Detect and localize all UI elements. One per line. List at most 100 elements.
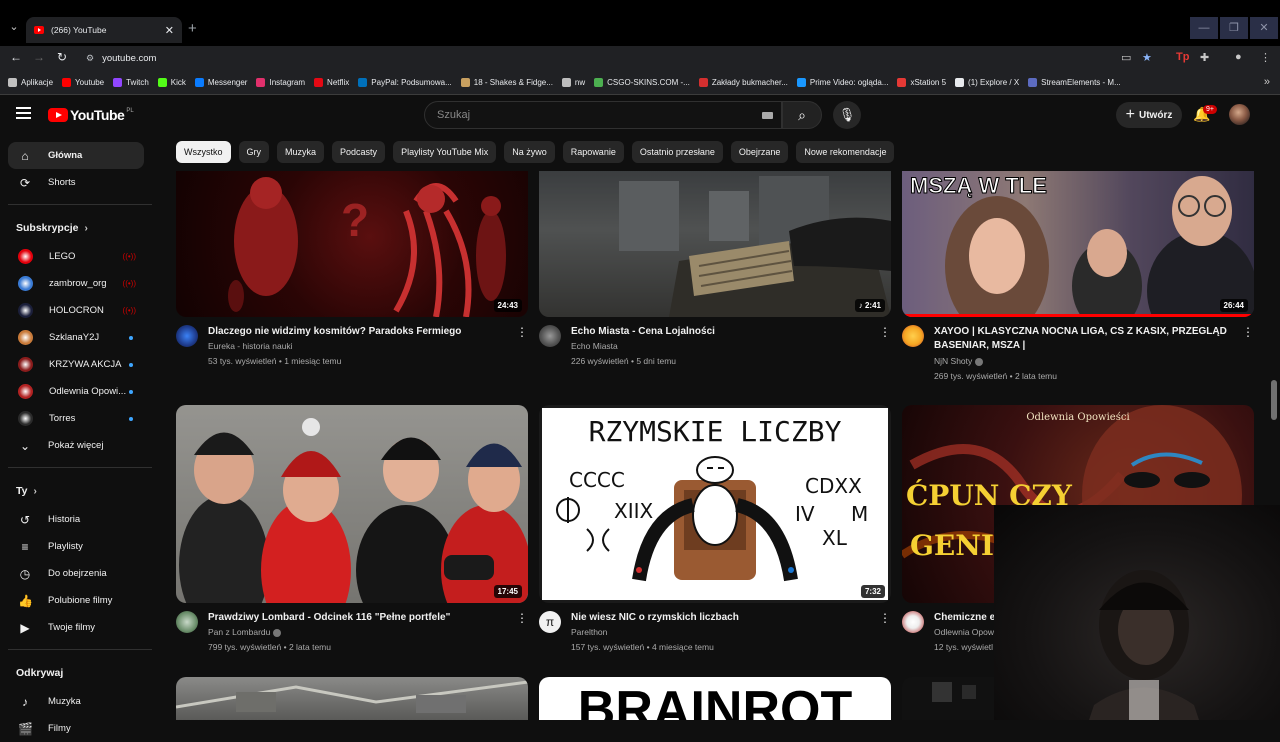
filter-chip[interactable]: Wszystko — [176, 141, 231, 163]
address-bar[interactable]: ⚙ youtube.com — [80, 49, 1160, 67]
bookmark-item[interactable]: xStation 5 — [897, 77, 946, 87]
tab-search-icon[interactable]: ⌄ — [6, 19, 22, 35]
filter-chip[interactable]: Na żywo — [504, 141, 555, 163]
reload-icon[interactable]: ↻ — [57, 50, 67, 64]
page-scrollbar[interactable] — [1271, 380, 1277, 420]
channel-name[interactable]: NjN Shoty — [934, 354, 984, 369]
new-tab-icon[interactable]: + — [188, 20, 197, 37]
avatar[interactable] — [1229, 104, 1250, 125]
sidebar-item[interactable]: ⌂ Główna — [8, 142, 144, 169]
video-title[interactable]: Dlaczego nie widzimy kosmitów? Paradoks … — [208, 325, 508, 339]
bookmark-item[interactable]: PayPal: Podsumowa... — [358, 77, 452, 87]
video-title[interactable]: XAYOO | KLASYCZNA NOCNA LIGA, CS Z KASIX… — [934, 325, 1234, 353]
bookmark-item[interactable]: Youtube — [62, 77, 104, 87]
subscription-item[interactable]: HOLOCRON ((•)) — [8, 297, 144, 324]
bookmark-item[interactable]: Zakłady bukmacher... — [698, 77, 788, 87]
subscription-item[interactable]: zambrow_org ((•)) — [8, 270, 144, 297]
channel-avatar[interactable] — [176, 611, 198, 633]
bookmark-item[interactable]: 18 - Shakes & Fidge... — [460, 77, 553, 87]
forward-icon[interactable]: → — [33, 50, 45, 64]
sidebar-item[interactable]: ≡ Playlisty — [8, 533, 144, 560]
subscriptions-heading[interactable]: Subskrypcje › — [8, 213, 160, 243]
filter-chip[interactable]: Muzyka — [277, 141, 325, 163]
video-thumbnail[interactable]: MSZĄ W TLE 26:44 — [902, 171, 1254, 317]
minimize-icon[interactable]: — — [1190, 17, 1218, 39]
video-thumbnail[interactable]: BRAINROT — [539, 677, 891, 720]
channel-name[interactable]: Odlewnia Opow — [934, 625, 994, 640]
bookmark-item[interactable]: Netflix — [314, 77, 349, 87]
sidebar-item[interactable]: ♪ Muzyka — [8, 688, 144, 715]
site-info-icon[interactable]: ⚙ — [86, 53, 94, 64]
bookmark-item[interactable]: Aplikacje — [8, 77, 53, 87]
show-more-button[interactable]: ⌄ Pokaż więcej — [8, 432, 144, 459]
sidebar-item[interactable]: 👍 Polubione filmy — [8, 587, 144, 614]
subscription-item[interactable]: LEGO ((•)) — [8, 243, 144, 270]
extensions-puzzle-icon[interactable]: ✚ — [1200, 51, 1209, 64]
filter-chip[interactable]: Rapowanie — [562, 141, 624, 163]
voice-search-button[interactable]: 🎙 — [833, 101, 861, 129]
video-title[interactable]: Echo Miasta - Cena Lojalności — [571, 325, 871, 339]
sidebar-item[interactable]: 🎬 Filmy — [8, 715, 144, 742]
video-thumbnail[interactable]: ? 24:43 — [176, 171, 528, 317]
more-options-icon[interactable]: ⋮ — [516, 325, 528, 339]
channel-name[interactable]: Eureka - historia nauki — [208, 339, 293, 354]
channel-avatar[interactable]: π — [539, 611, 561, 633]
install-app-icon[interactable]: ▭ — [1121, 51, 1131, 64]
extension-icon[interactable]: Tp — [1176, 51, 1189, 63]
more-options-icon[interactable]: ⋮ — [879, 325, 891, 339]
channel-avatar[interactable] — [539, 325, 561, 347]
back-icon[interactable]: ← — [10, 50, 22, 64]
keyboard-icon[interactable] — [762, 112, 773, 119]
subscription-item[interactable]: KRZYWA AKCJA — [8, 351, 144, 378]
bookmark-item[interactable]: CSGO-SKINS.COM -... — [594, 77, 690, 87]
filter-chip[interactable]: Gry — [238, 141, 270, 163]
bookmark-item[interactable]: Messenger — [194, 77, 247, 87]
filter-chip[interactable]: Ostatnio przesłane — [631, 141, 723, 163]
filter-chip[interactable]: Nowe rekomendacje — [796, 141, 895, 163]
bookmark-item[interactable]: Prime Video: ogląda... — [796, 77, 888, 87]
subscription-item[interactable]: Odlewnia Opowi... — [8, 378, 144, 405]
video-thumbnail[interactable]: RZYMSKIE LICZBY CCCC XIIX CDXX IV M XL 7… — [539, 405, 891, 603]
maximize-icon[interactable]: ❐ — [1220, 17, 1248, 39]
bookmark-item[interactable]: nw — [561, 77, 585, 87]
search-button[interactable]: ⌕ — [782, 101, 822, 129]
more-options-icon[interactable]: ⋮ — [1242, 325, 1254, 339]
video-title[interactable]: Prawdziwy Lombard - Odcinek 116 "Pełne p… — [208, 611, 508, 625]
filter-chip[interactable]: Playlisty YouTube Mix — [393, 141, 497, 163]
channel-name[interactable]: Parelthon — [571, 625, 607, 640]
channel-avatar[interactable] — [176, 325, 198, 347]
channel-name[interactable]: Pan z Lombardu — [208, 625, 282, 640]
youtube-logo[interactable]: YouTube PL — [48, 107, 134, 123]
sidebar-item[interactable]: ⟳ Shorts — [8, 169, 144, 196]
tab-close-icon[interactable]: ✕ — [165, 24, 174, 37]
browser-tab[interactable]: (266) YouTube ✕ — [26, 17, 182, 43]
subscription-item[interactable]: SzklanaY2J — [8, 324, 144, 351]
channel-name[interactable]: Echo Miasta — [571, 339, 618, 354]
video-title[interactable]: Nie wiesz NIC o rzymskich liczbach — [571, 611, 871, 625]
bookmark-item[interactable]: Instagram — [256, 77, 305, 87]
create-button[interactable]: + Utwórz — [1116, 102, 1182, 128]
profile-icon[interactable]: ● — [1235, 51, 1242, 63]
sidebar-item[interactable]: ▶ Twoje filmy — [8, 614, 144, 641]
bookmark-item[interactable]: (1) Explore / X — [955, 77, 1019, 87]
filter-chip[interactable]: Obejrzane — [730, 141, 789, 163]
search-input[interactable]: Szukaj — [424, 101, 782, 129]
more-options-icon[interactable]: ⋮ — [879, 611, 891, 625]
subscription-item[interactable]: Torres — [8, 405, 144, 432]
more-options-icon[interactable]: ⋮ — [516, 611, 528, 625]
bookmark-star-icon[interactable]: ★ — [1142, 51, 1152, 64]
window-close-icon[interactable]: ✕ — [1250, 17, 1278, 39]
bookmark-item[interactable]: StreamElements - M... — [1028, 77, 1121, 87]
sidebar-item[interactable]: ◷ Do obejrzenia — [8, 560, 144, 587]
browser-menu-icon[interactable]: ⋮ — [1260, 51, 1271, 64]
filter-chip[interactable]: Podcasty — [332, 141, 386, 163]
channel-avatar[interactable] — [902, 325, 924, 347]
video-thumbnail[interactable] — [176, 677, 528, 720]
channel-avatar[interactable] — [902, 611, 924, 633]
video-thumbnail[interactable]: ♪ 2:41 — [539, 171, 891, 317]
bookmark-item[interactable]: Kick — [157, 77, 186, 87]
video-thumbnail[interactable]: 17:45 — [176, 405, 528, 603]
menu-icon[interactable] — [16, 107, 31, 119]
you-heading[interactable]: Ty › — [8, 476, 160, 506]
bookmark-item[interactable]: Twitch — [113, 77, 149, 87]
